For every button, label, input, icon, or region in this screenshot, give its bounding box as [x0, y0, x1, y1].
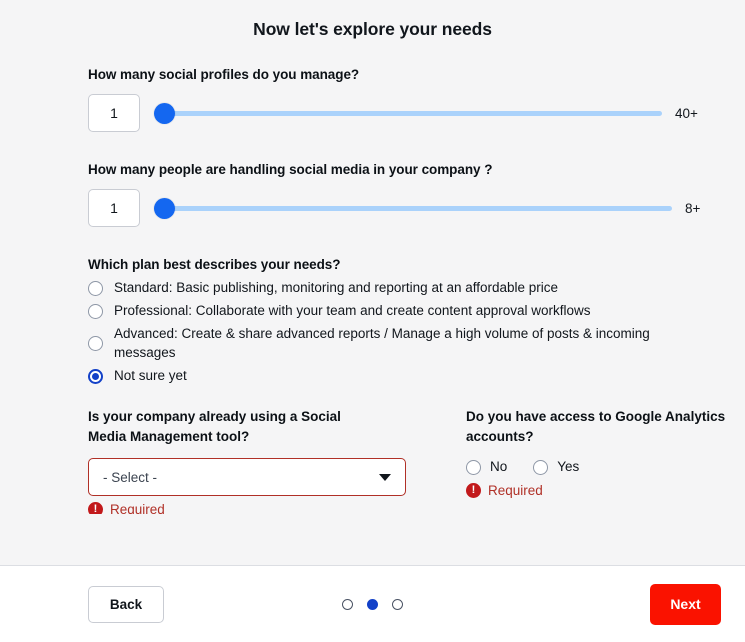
- existing-tool-error-text: Required: [110, 502, 165, 515]
- chevron-down-icon[interactable]: [379, 474, 391, 482]
- existing-tool-select[interactable]: - Select -: [88, 458, 406, 497]
- step-dot-2[interactable]: [367, 598, 378, 610]
- google-analytics-error-text: Required: [488, 483, 543, 499]
- radio-icon-professional[interactable]: [88, 304, 103, 320]
- next-button[interactable]: Next: [650, 583, 721, 625]
- question-social-profiles: How many social profiles do you manage? …: [88, 67, 745, 132]
- social-profiles-value-box[interactable]: 1: [88, 94, 140, 132]
- plan-option-advanced[interactable]: Advanced: Create & share advanced report…: [88, 325, 688, 361]
- analytics-option-no[interactable]: No: [466, 458, 507, 476]
- existing-tool-error: ! Required: [88, 502, 418, 515]
- wizard-footer: Back Next: [0, 566, 745, 642]
- alert-icon: !: [466, 483, 481, 499]
- social-profiles-slider-track[interactable]: [154, 110, 662, 116]
- question-google-analytics: Do you have access to Google Analytics a…: [466, 407, 726, 514]
- plan-radio-group: Standard: Basic publishing, monitoring a…: [88, 279, 745, 385]
- question-label-social-profiles: How many social profiles do you manage?: [88, 67, 360, 82]
- google-analytics-error: ! Required: [466, 483, 726, 499]
- question-label-team-size: How many people are handling social medi…: [88, 162, 493, 177]
- question-label-plan: Which plan best describes your needs?: [88, 257, 341, 272]
- plan-option-not-sure[interactable]: Not sure yet: [88, 367, 745, 385]
- team-size-slider[interactable]: [154, 197, 672, 219]
- slider-row-team-size: 1 8+: [88, 189, 745, 227]
- radio-icon-standard[interactable]: [88, 281, 103, 296]
- existing-tool-error-clipped: ! Required: [88, 502, 418, 515]
- team-size-slider-track[interactable]: [154, 205, 672, 211]
- social-profiles-max-label: 40+: [675, 105, 698, 121]
- analytics-option-label-no: No: [490, 459, 508, 475]
- radio-icon-not-sure[interactable]: [88, 368, 103, 384]
- onboarding-wizard: Now let's explore your needs How many so…: [0, 0, 745, 642]
- question-label-existing-tool: Is your company already using a Social M…: [88, 409, 341, 444]
- plan-option-label-advanced: Advanced: Create & share advanced report…: [114, 326, 650, 360]
- radio-icon-advanced[interactable]: [88, 336, 103, 352]
- analytics-option-label-yes: Yes: [557, 459, 580, 475]
- form-content: How many social profiles do you manage? …: [0, 67, 745, 515]
- social-profiles-slider-thumb[interactable]: [154, 102, 175, 124]
- plan-option-label-standard: Standard: Basic publishing, monitoring a…: [114, 280, 559, 295]
- step-dot-3[interactable]: [392, 598, 403, 610]
- alert-icon: !: [88, 502, 103, 515]
- team-size-max-label: 8+: [685, 200, 701, 216]
- question-team-size: How many people are handling social medi…: [88, 162, 745, 227]
- plan-option-professional[interactable]: Professional: Collaborate with your team…: [88, 302, 745, 320]
- back-button[interactable]: Back: [88, 585, 164, 623]
- question-plan: Which plan best describes your needs? St…: [88, 257, 745, 385]
- plan-option-standard[interactable]: Standard: Basic publishing, monitoring a…: [88, 279, 745, 297]
- radio-icon-yes[interactable]: [533, 459, 549, 475]
- existing-tool-select-value: - Select -: [103, 469, 158, 485]
- team-size-slider-thumb[interactable]: [154, 197, 175, 219]
- team-size-value-box[interactable]: 1: [88, 189, 140, 227]
- radio-icon-no[interactable]: [466, 459, 481, 475]
- form-scroll-area[interactable]: Now let's explore your needs How many so…: [0, 0, 745, 566]
- social-profiles-slider[interactable]: [154, 102, 662, 124]
- plan-option-label-not-sure: Not sure yet: [114, 367, 187, 383]
- step-dot-1[interactable]: [342, 598, 353, 610]
- two-column-section: Is your company already using a Social M…: [88, 407, 745, 515]
- question-existing-tool: Is your company already using a Social M…: [88, 407, 418, 515]
- google-analytics-radio-group: No Yes: [466, 458, 726, 476]
- analytics-option-yes[interactable]: Yes: [533, 458, 579, 476]
- slider-row-social-profiles: 1 40+: [88, 94, 745, 132]
- page-title: Now let's explore your needs: [253, 19, 492, 39]
- plan-option-label-professional: Professional: Collaborate with your team…: [114, 303, 591, 319]
- question-label-google-analytics: Do you have access to Google Analytics a…: [466, 409, 726, 444]
